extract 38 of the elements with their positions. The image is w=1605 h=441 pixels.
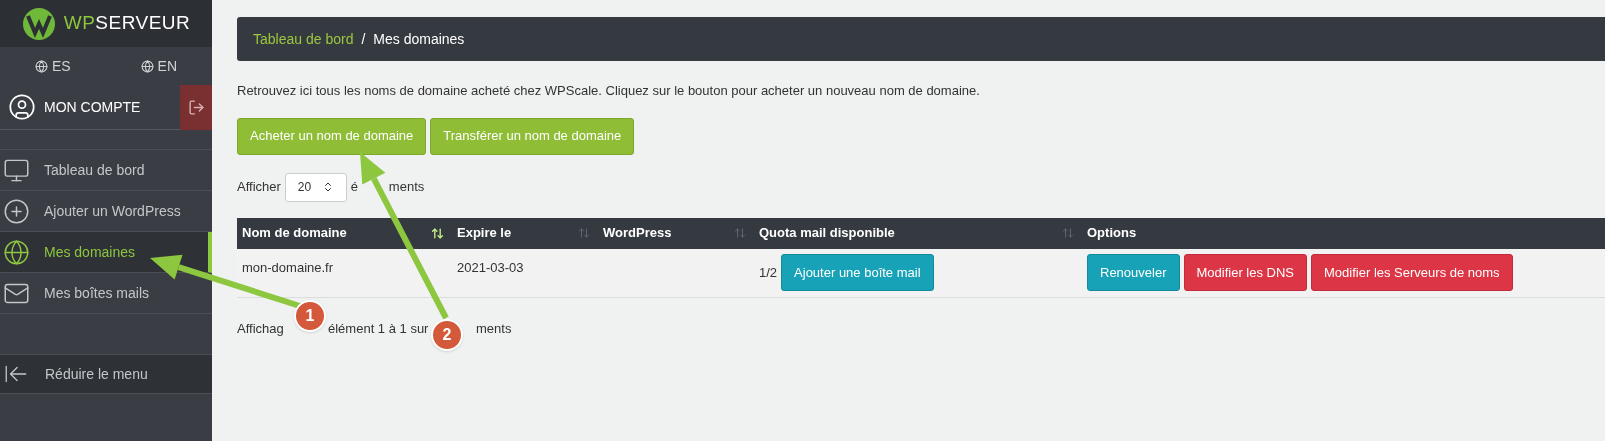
logout-button[interactable] <box>180 84 212 130</box>
page-length-label: é <box>350 178 359 197</box>
column-header: Expire le <box>452 217 598 249</box>
breadcrumb-separator: / <box>361 29 366 49</box>
table-cell: mon-domaine.fr <box>242 259 334 275</box>
column-header: WordPress <box>598 217 754 249</box>
column-header: Nom de domaine <box>237 217 452 249</box>
globe-icon <box>34 59 48 73</box>
language-link[interactable]: EN <box>140 55 177 77</box>
intro-text: Retrouvez ici tous les noms de domaine acheté chez WPScale. Cliquez sur le bouton pour acheter un nouveau nom de domaine. <box>237 82 981 100</box>
step-badge: 2 <box>431 319 463 351</box>
collapse-menu-link[interactable]: Réduire le menu <box>0 354 212 394</box>
table-info-text: élément 1 à 1 sur <box>328 319 429 338</box>
plus-icon <box>3 197 30 225</box>
logout-icon <box>187 98 205 116</box>
table-info-text: Affichag <box>237 319 284 338</box>
account-link[interactable]: MON COMPTE <box>0 93 180 121</box>
breadcrumb-link[interactable]: Mes domaines <box>373 28 465 50</box>
sidebar-item[interactable]: Mes domaines <box>0 232 212 273</box>
globe-icon <box>140 59 154 73</box>
table-info-text: ments <box>476 319 512 338</box>
page-length-label: Afficher <box>237 178 281 197</box>
globe-icon <box>3 238 30 266</box>
sidebar-item[interactable]: Tableau de bord <box>0 150 212 191</box>
logo-icon <box>21 6 56 41</box>
language-link[interactable]: ES <box>34 55 71 77</box>
page-length-label: ments <box>388 178 425 197</box>
page-length-select[interactable]: 20 <box>284 172 347 202</box>
breadcrumb-link[interactable]: Tableau de bord <box>253 28 354 50</box>
option-button[interactable]: Modifier les Serveurs de noms <box>1311 254 1513 291</box>
table-cell: 2021-03-03 <box>457 259 524 275</box>
column-header: Quota mail disponible <box>754 217 1082 249</box>
table-cell-text: 1/2 <box>759 263 778 282</box>
step-badge: 1 <box>294 300 326 332</box>
option-button[interactable]: Modifier les DNS <box>1183 254 1308 291</box>
column-header: Options <box>1086 224 1138 243</box>
user-icon <box>8 93 36 121</box>
brand-name: WPSERVEUR <box>63 11 191 36</box>
